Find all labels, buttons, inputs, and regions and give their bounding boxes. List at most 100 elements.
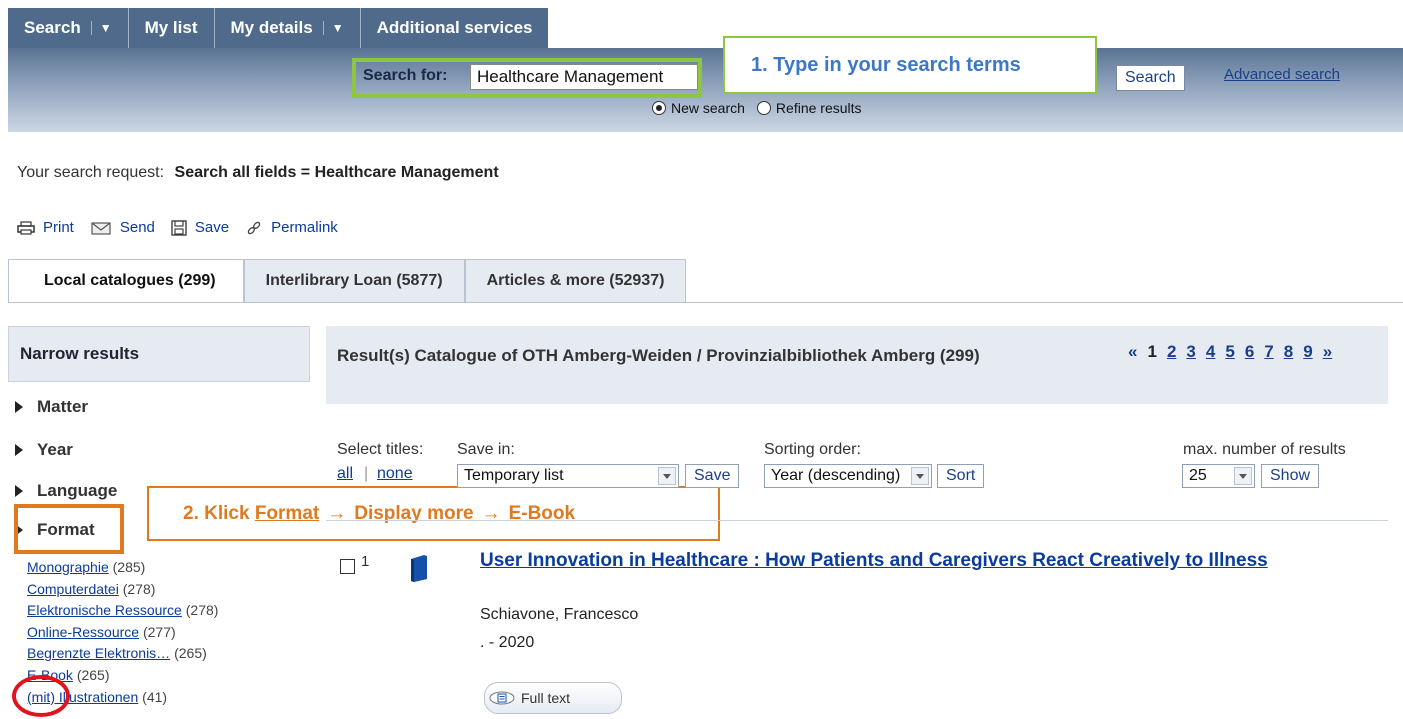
- book-icon: [411, 555, 427, 582]
- save-in-value: Temporary list: [464, 467, 564, 484]
- format-value-link[interactable]: Elektronische Ressource: [27, 602, 182, 618]
- search-button[interactable]: Search: [1116, 65, 1185, 91]
- page-link[interactable]: 3: [1186, 342, 1195, 362]
- tab-my-details[interactable]: My details ▼: [215, 8, 361, 48]
- chevron-down-icon[interactable]: ▼: [90, 21, 112, 35]
- result-title-link[interactable]: User Innovation in Healthcare : How Pati…: [480, 547, 1380, 575]
- save-button[interactable]: Save: [685, 464, 740, 488]
- page-link[interactable]: 5: [1225, 342, 1234, 362]
- triangle-right-icon: [15, 444, 23, 456]
- link-icon: [247, 221, 261, 234]
- result-year: . - 2020: [480, 634, 535, 651]
- next-page-link[interactable]: »: [1323, 342, 1332, 362]
- print-button[interactable]: Print: [17, 219, 74, 236]
- printer-icon: [17, 220, 35, 235]
- first-page-icon[interactable]: «: [1128, 342, 1137, 362]
- chevron-down-icon[interactable]: [911, 467, 929, 485]
- tab-my-list[interactable]: My list: [129, 8, 215, 48]
- new-search-radio[interactable]: [652, 101, 666, 115]
- chevron-down-icon[interactable]: [658, 467, 676, 485]
- callout-format: Format: [254, 502, 320, 524]
- format-value-count: (41): [142, 688, 168, 705]
- tab-additional-services[interactable]: Additional services: [361, 8, 549, 48]
- sorting-order-label: Sorting order:: [764, 441, 861, 458]
- tab-additional-services-label: Additional services: [376, 18, 533, 37]
- tab-my-list-label: My list: [144, 18, 198, 37]
- page-link[interactable]: 2: [1167, 342, 1176, 362]
- format-value-link[interactable]: Computerdatei: [27, 581, 119, 597]
- tab-articles-more[interactable]: Articles & more (52937): [464, 259, 687, 303]
- callout-step-1: 1. Type in your search terms: [723, 36, 1097, 94]
- tab-local-catalogues[interactable]: Local catalogues (299): [8, 259, 244, 303]
- pagination: « 1 2 3 4 5 6 7 8 9 »: [1128, 342, 1342, 362]
- permalink-link[interactable]: Permalink: [271, 219, 338, 236]
- show-button[interactable]: Show: [1261, 464, 1320, 488]
- advanced-search-link[interactable]: Advanced search: [1224, 66, 1340, 83]
- toolbar: Print Send Save Permalink: [17, 219, 354, 236]
- tab-search[interactable]: Search ▼: [8, 8, 129, 48]
- chevron-down-icon[interactable]: ▼: [322, 21, 344, 35]
- result-tabs: Local catalogues (299) Interlibrary Loan…: [8, 259, 687, 303]
- triangle-right-icon: [15, 401, 23, 413]
- search-highlight-frame: [352, 58, 702, 98]
- format-value-count: (277): [142, 623, 176, 640]
- page-link[interactable]: 6: [1245, 342, 1254, 362]
- facet-matter-label: Matter: [37, 397, 89, 416]
- page-link[interactable]: 8: [1284, 342, 1293, 362]
- top-nav: Search ▼ My list My details ▼ Additional…: [8, 8, 549, 48]
- save-link[interactable]: Save: [195, 219, 229, 236]
- chevron-down-icon[interactable]: [1234, 467, 1252, 485]
- format-value-link[interactable]: Monographie: [27, 559, 109, 575]
- facet-year[interactable]: Year: [15, 440, 73, 460]
- floppy-disk-icon: [171, 219, 187, 236]
- format-value-count: (278): [185, 602, 219, 619]
- sorting-order-select[interactable]: Year (descending): [764, 464, 932, 488]
- refine-results-label: Refine results: [775, 100, 862, 116]
- page-link[interactable]: 9: [1303, 342, 1312, 362]
- select-none-link[interactable]: none: [377, 465, 413, 483]
- list-item: Begrenzte Elektronis… (265): [27, 643, 218, 665]
- facet-matter[interactable]: Matter: [15, 397, 88, 417]
- max-results-select[interactable]: 25: [1182, 464, 1255, 488]
- triangle-right-icon: [15, 485, 23, 497]
- send-link[interactable]: Send: [120, 219, 155, 236]
- save-in-select[interactable]: Temporary list: [457, 464, 679, 488]
- format-value-link[interactable]: Online-Ressource: [27, 624, 139, 640]
- callout-ebook: E-Book: [508, 502, 576, 524]
- format-value-count: (278): [122, 580, 156, 597]
- max-results-label: max. number of results: [1183, 441, 1346, 458]
- arrow-right-icon: →: [481, 502, 501, 524]
- refine-results-radio[interactable]: [756, 101, 771, 115]
- search-mode-radios: New search Refine results: [652, 100, 874, 116]
- page-link[interactable]: 4: [1206, 342, 1215, 362]
- tab-interlibrary-loan[interactable]: Interlibrary Loan (5877): [243, 259, 465, 303]
- envelope-icon: [91, 221, 111, 235]
- format-value-count: (285): [112, 559, 146, 575]
- result-checkbox[interactable]: [340, 559, 355, 574]
- tab-search-label: Search: [24, 18, 81, 37]
- divider: [326, 520, 1388, 521]
- full-text-button[interactable]: Full text: [484, 682, 622, 714]
- facet-language-label: Language: [37, 481, 118, 500]
- send-button[interactable]: Send: [90, 219, 155, 236]
- callout-display-more: Display more: [354, 502, 474, 524]
- sort-button[interactable]: Sort: [937, 464, 985, 488]
- result-number: 1: [361, 553, 370, 570]
- format-value-link[interactable]: Begrenzte Elektronis…: [27, 645, 170, 661]
- arrow-right-icon: →: [327, 502, 347, 524]
- max-results-value: 25: [1189, 467, 1207, 484]
- format-value-count: (265): [174, 645, 207, 662]
- sorting-order-value: Year (descending): [771, 467, 901, 484]
- new-search-label: New search: [671, 100, 745, 116]
- print-link[interactable]: Print: [43, 219, 74, 236]
- list-item: Elektronische Ressource (278): [27, 600, 218, 622]
- page-link[interactable]: 7: [1264, 342, 1273, 362]
- tab-my-details-label: My details: [230, 18, 313, 37]
- search-request-value: Search all fields = Healthcare Managemen…: [174, 164, 499, 181]
- select-all-link[interactable]: all: [337, 465, 353, 483]
- search-request: Your search request: Search all fields =…: [17, 164, 499, 182]
- save-tool-button[interactable]: Save: [171, 219, 229, 236]
- list-item: Computerdatei (278): [27, 579, 218, 601]
- facet-language[interactable]: Language: [15, 481, 117, 501]
- permalink-button[interactable]: Permalink: [245, 219, 338, 236]
